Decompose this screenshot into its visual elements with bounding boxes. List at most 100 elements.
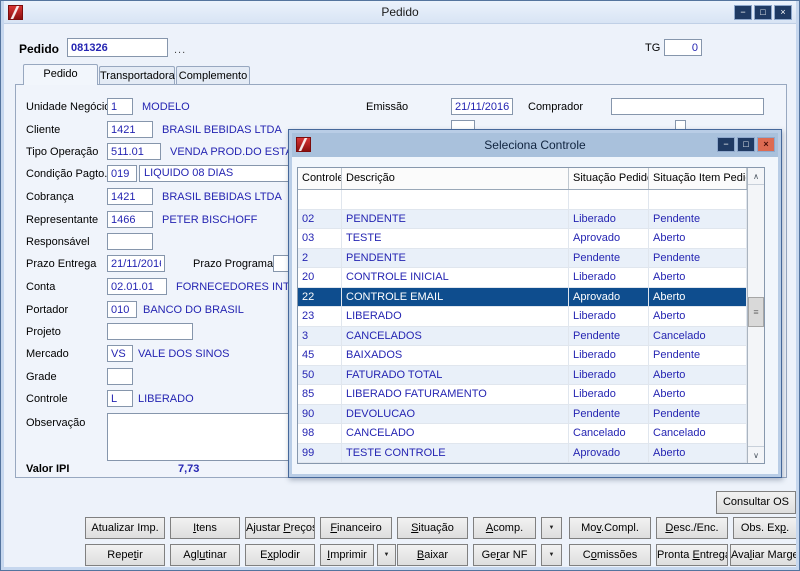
conta-label: Conta bbox=[26, 281, 56, 293]
aglutinar-button[interactable]: Aglutinar bbox=[170, 544, 240, 566]
dialog-close-icon[interactable]: × bbox=[757, 137, 775, 152]
controle-desc: LIBERADO bbox=[138, 393, 194, 405]
controle-input[interactable] bbox=[107, 390, 133, 407]
acomp-dropdown-icon[interactable]: ▼ bbox=[541, 517, 562, 539]
column-header-descricao[interactable]: Descrição bbox=[342, 168, 569, 189]
table-row-empty[interactable] bbox=[298, 190, 764, 210]
portador-label: Portador bbox=[26, 304, 69, 316]
dialog-titlebar[interactable]: Seleciona Controle − □ × bbox=[292, 133, 778, 157]
representante-input[interactable] bbox=[107, 211, 153, 228]
controle-label: Controle bbox=[26, 393, 68, 405]
label-part: ituação bbox=[418, 521, 454, 534]
responsavel-input[interactable] bbox=[107, 233, 153, 250]
label-part: Agl bbox=[183, 548, 200, 561]
window-titlebar[interactable]: Pedido − □ × bbox=[2, 1, 798, 24]
column-header-controle[interactable]: Controle bbox=[298, 168, 342, 189]
table-row[interactable]: 02 PENDENTE Liberado Pendente bbox=[298, 209, 764, 229]
cobranca-desc: BRASIL BEBIDAS LTDA bbox=[162, 191, 282, 203]
table-row[interactable]: 03 TESTE Aprovado Aberto bbox=[298, 229, 764, 249]
pedido-input[interactable] bbox=[67, 38, 168, 57]
atualizar-imp-button[interactable]: Atualizar Imp. bbox=[85, 517, 165, 539]
tab-transportadora[interactable]: Transportadora bbox=[99, 66, 175, 85]
mov-compl-button[interactable]: Mov.Compl. bbox=[569, 517, 651, 539]
label-part: ntrega bbox=[699, 548, 728, 561]
mercado-input[interactable] bbox=[107, 345, 133, 362]
table-row[interactable]: 23 LIBERADO Liberado Aberto bbox=[298, 307, 764, 327]
pedido-label: Pedido bbox=[19, 42, 60, 56]
repetir-button[interactable]: Repetir bbox=[85, 544, 165, 566]
comissoes-button[interactable]: Comissões bbox=[569, 544, 651, 566]
projeto-label: Projeto bbox=[26, 326, 61, 338]
ajustar-precos-button[interactable]: Ajustar Preços bbox=[245, 517, 315, 539]
label-part: . bbox=[786, 521, 790, 534]
gerar-nf-dropdown-icon[interactable]: ▼ bbox=[541, 544, 562, 566]
financeiro-button[interactable]: Financeiro bbox=[320, 517, 392, 539]
column-header-situacao-pedido[interactable]: Situação Pedido bbox=[569, 168, 649, 189]
prazo-entrega-input[interactable] bbox=[107, 255, 165, 272]
desc-enc-button[interactable]: Desc./Enc. bbox=[656, 517, 728, 539]
label-part: tinar bbox=[205, 548, 227, 561]
portador-input[interactable] bbox=[107, 301, 137, 318]
responsavel-label: Responsável bbox=[26, 236, 90, 248]
table-row[interactable]: 98 CANCELADO Cancelado Cancelado bbox=[298, 424, 764, 444]
grade-input[interactable] bbox=[107, 368, 133, 385]
avaliar-margem-button[interactable]: Avaliar Margem bbox=[730, 544, 798, 566]
table-row[interactable]: 20 CONTROLE INICIAL Liberado Aberto bbox=[298, 268, 764, 288]
label-part: tens bbox=[196, 521, 217, 534]
table-row[interactable]: 2 PENDENTE Pendente Pendente bbox=[298, 248, 764, 268]
dialog-minimize-icon[interactable]: − bbox=[717, 137, 735, 152]
condicao-pagto-input[interactable] bbox=[107, 165, 137, 182]
pronta-entrega-button[interactable]: Pronta Entrega bbox=[656, 544, 728, 566]
label-part: comp. bbox=[493, 521, 524, 534]
comprador-input[interactable] bbox=[611, 98, 764, 115]
itens-button[interactable]: Itens bbox=[170, 517, 240, 539]
minimize-icon[interactable]: − bbox=[734, 5, 752, 20]
condicao-pagto-label: Condição Pagto. bbox=[26, 168, 108, 180]
label-part: Ava bbox=[731, 548, 750, 561]
label-part: ar NF bbox=[499, 548, 528, 561]
table-row[interactable]: 90 DEVOLUCAO Pendente Pendente bbox=[298, 404, 764, 424]
label-part: esc./Enc. bbox=[673, 521, 719, 534]
pedido-window: Pedido − □ × Pedido ... TG Pedido Transp… bbox=[0, 0, 800, 571]
tab-pedido[interactable]: Pedido bbox=[23, 64, 98, 85]
table-row[interactable]: 45 BAIXADOS Liberado Pendente bbox=[298, 346, 764, 366]
scroll-up-icon[interactable]: ∧ bbox=[748, 168, 764, 185]
portador-desc: BANCO DO BRASIL bbox=[143, 304, 244, 316]
cobranca-input[interactable] bbox=[107, 188, 153, 205]
explodir-button[interactable]: Explodir bbox=[245, 544, 315, 566]
situacao-button[interactable]: Situação bbox=[397, 517, 468, 539]
gerar-nf-button[interactable]: Gerar NF bbox=[473, 544, 536, 566]
close-icon[interactable]: × bbox=[774, 5, 792, 20]
tg-input[interactable] bbox=[664, 39, 702, 56]
scrollbar-thumb[interactable]: ≡ bbox=[748, 297, 764, 327]
cobranca-label: Cobrança bbox=[26, 191, 74, 203]
dialog-maximize-icon[interactable]: □ bbox=[737, 137, 755, 152]
pedido-browse-button[interactable]: ... bbox=[174, 44, 186, 56]
grade-label: Grade bbox=[26, 371, 57, 383]
maximize-icon[interactable]: □ bbox=[754, 5, 772, 20]
table-scrollbar[interactable]: ∧ ≡ ∨ bbox=[747, 168, 764, 463]
table-row-selected[interactable]: 22 CONTROLE EMAIL Aprovado Aberto bbox=[298, 287, 764, 307]
projeto-input[interactable] bbox=[107, 323, 193, 340]
emissao-input[interactable] bbox=[451, 98, 513, 115]
cliente-input[interactable] bbox=[107, 121, 153, 138]
comprador-label: Comprador bbox=[528, 101, 584, 113]
imprimir-button[interactable]: Imprimir bbox=[320, 544, 374, 566]
consultar-os-button[interactable]: Consultar OS bbox=[716, 491, 796, 514]
baixar-button[interactable]: Baixar bbox=[397, 544, 468, 566]
imprimir-dropdown-icon[interactable]: ▼ bbox=[377, 544, 396, 566]
column-header-situacao-item[interactable]: Situação Item Pedido bbox=[649, 168, 747, 189]
tab-complemento[interactable]: Complemento bbox=[176, 66, 250, 85]
conta-input[interactable] bbox=[107, 278, 167, 295]
label-part: Ajustar bbox=[246, 521, 284, 534]
table-row[interactable]: 85 LIBERADO FATURAMENTO Liberado Aberto bbox=[298, 385, 764, 405]
table-row[interactable]: 99 TESTE CONTROLE Aprovado Aberto bbox=[298, 443, 764, 463]
observacao-label: Observação bbox=[26, 417, 86, 429]
acomp-button[interactable]: Acomp. bbox=[473, 517, 536, 539]
table-header: Controle Descrição Situação Pedido Situa… bbox=[298, 168, 764, 190]
table-row[interactable]: 50 FATURADO TOTAL Liberado Aberto bbox=[298, 365, 764, 385]
table-row[interactable]: 3 CANCELADOS Pendente Cancelado bbox=[298, 326, 764, 346]
tipo-operacao-input[interactable] bbox=[107, 143, 161, 160]
scroll-down-icon[interactable]: ∨ bbox=[748, 446, 764, 463]
obs-exp-button[interactable]: Obs. Exp. bbox=[733, 517, 797, 539]
